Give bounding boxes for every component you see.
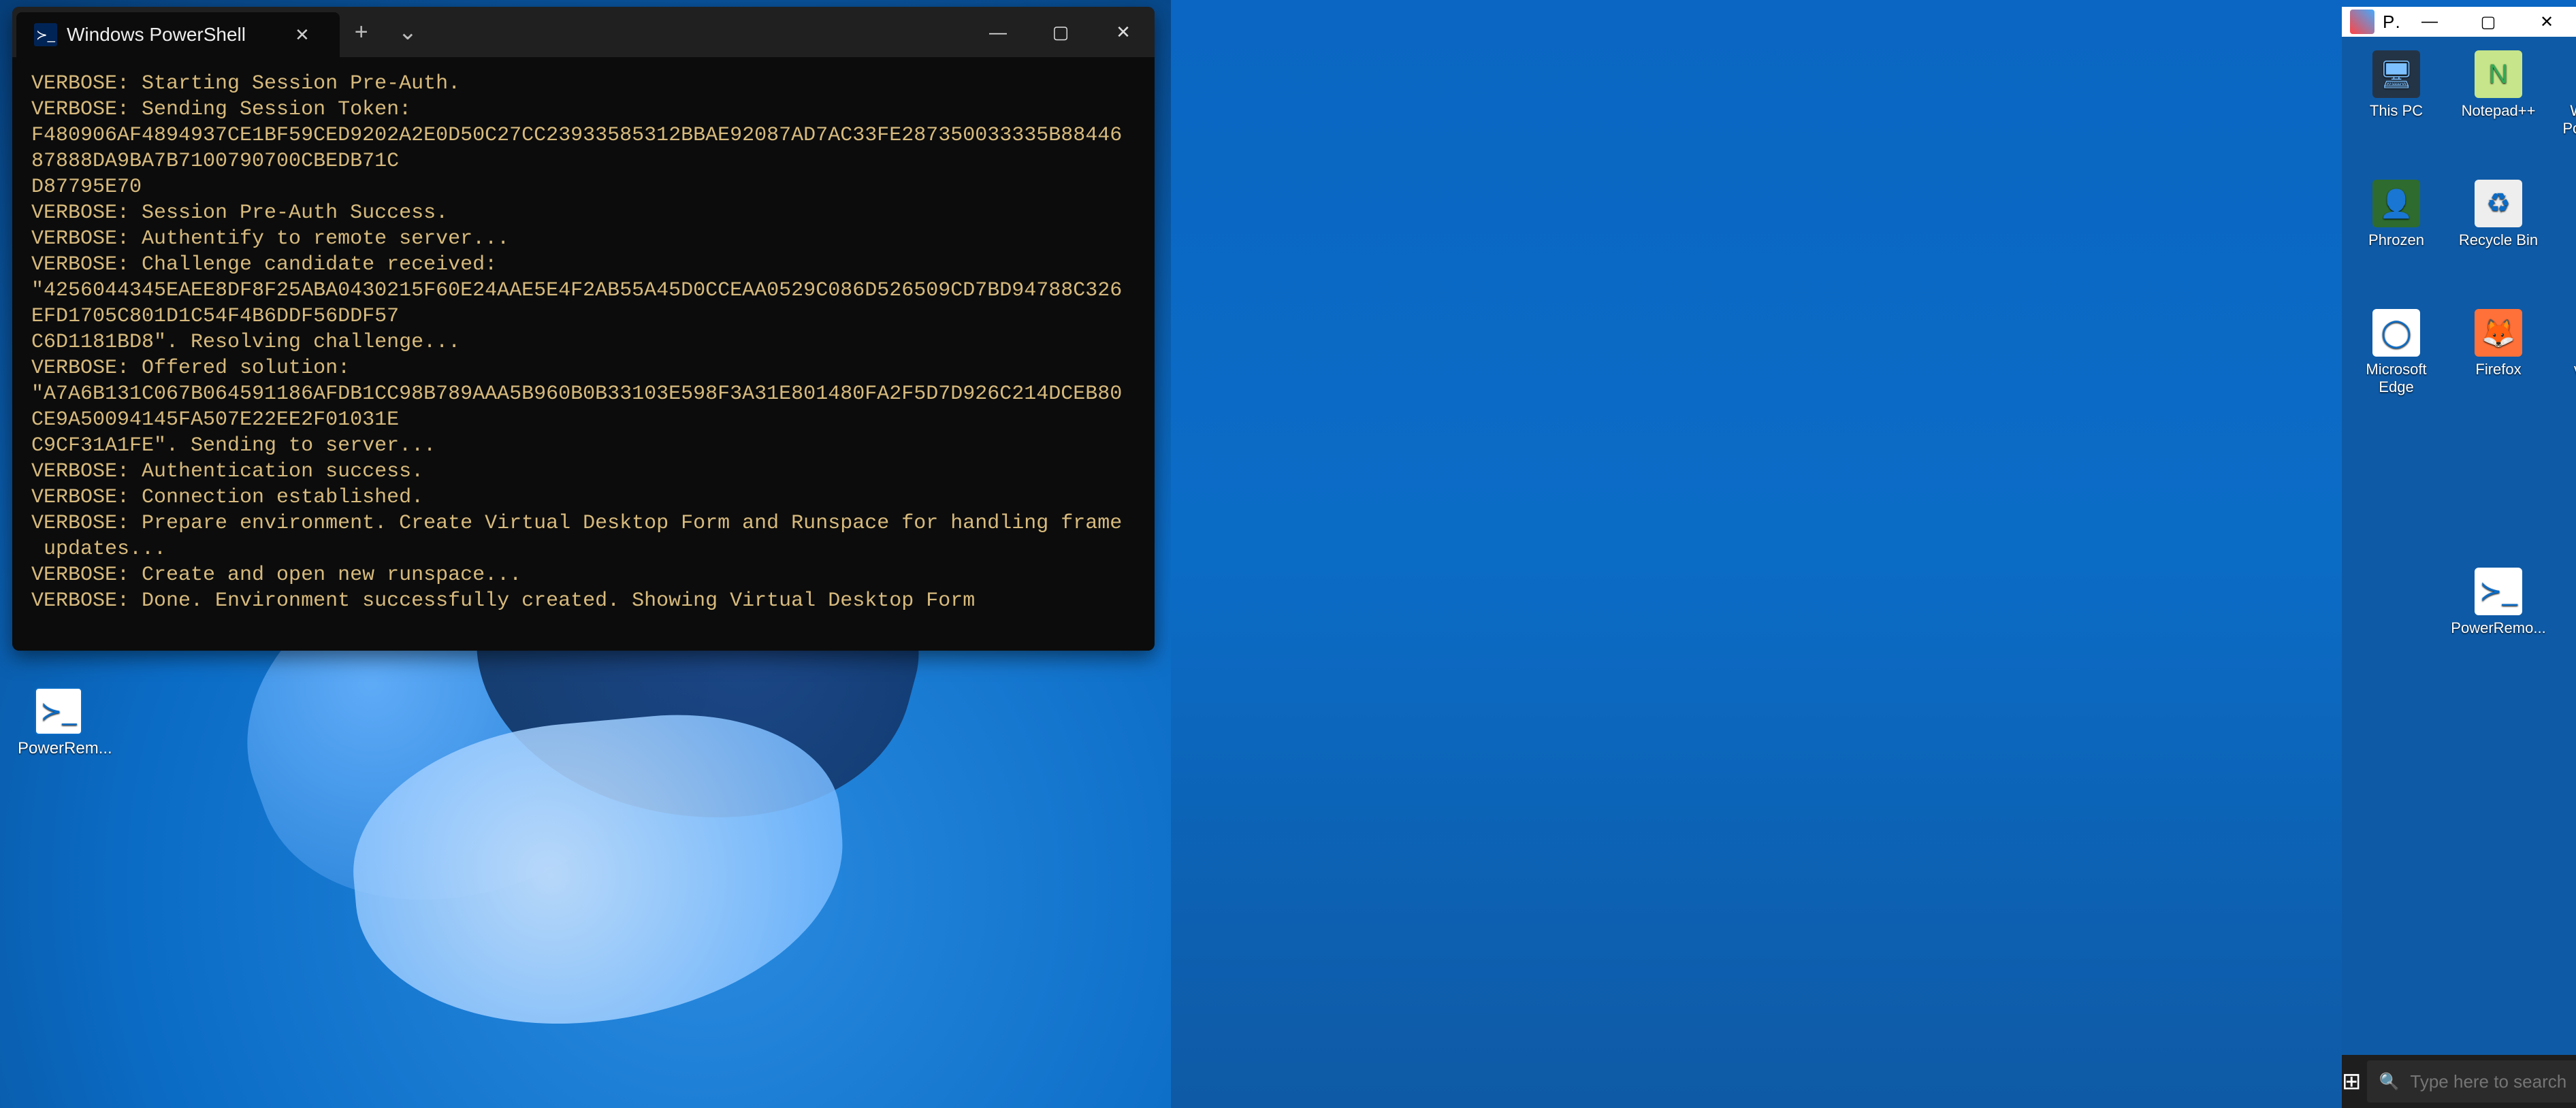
host-desktop: ≻_ Windows PowerShell ✕ + ⌄ — ▢ ✕ VERBOS… — [0, 0, 1171, 1108]
ps1-file-icon: ≻_ — [35, 687, 82, 735]
window-controls: — ▢ ✕ — [967, 7, 1155, 57]
icon-label: Firefox — [2475, 361, 2521, 378]
icon-label: PowerRemo... — [2451, 619, 2545, 636]
host-powershell-window: ≻_ Windows PowerShell ✕ + ⌄ — ▢ ✕ VERBOS… — [12, 7, 1155, 651]
tab-dropdown-icon[interactable]: ⌄ — [383, 18, 433, 46]
icon-inno[interactable]: ■Inno... — [2553, 180, 2576, 249]
remote-desktop-window: Power Remote Desktop: Phrozen/DESKTOP-KJ… — [2342, 7, 2576, 1108]
edge-icon: ◯ — [2372, 309, 2420, 357]
maximize-button[interactable]: ▢ — [2459, 7, 2517, 37]
remote-window-title: Power Remote Desktop: Phrozen/DESKTOP-KJ… — [2383, 12, 2400, 33]
icon-label: Microsoft Edge — [2366, 361, 2426, 395]
host-ps-titlebar[interactable]: ≻_ Windows PowerShell ✕ + ⌄ — ▢ ✕ — [12, 7, 1155, 57]
close-button[interactable]: ✕ — [2517, 7, 2576, 37]
icon-label: Recycle Bin — [2459, 231, 2538, 248]
new-tab-button[interactable]: + — [340, 19, 383, 46]
powershell-icon: ≻_ — [34, 23, 57, 46]
icon-vmmap[interactable]: ▦vmma... — [2553, 309, 2576, 378]
remote-taskbar[interactable]: ⊞ 🔍 ▭ 🗀 🦊 ≻_ 🗁 ☁ 43°F ˄ ☁ ⏻ 🔊 ENG — [2342, 1055, 2576, 1108]
icon-this-pc[interactable]: 🖥 This PC — [2349, 50, 2444, 120]
start-button[interactable]: ⊞ — [2342, 1055, 2362, 1108]
icon-firefox[interactable]: 🦊 Firefox — [2451, 309, 2546, 378]
user-icon: 👤 — [2372, 180, 2420, 227]
tab-actions: + ⌄ — [340, 7, 432, 57]
taskbar-search[interactable]: 🔍 — [2367, 1060, 2576, 1103]
host-ps-tab[interactable]: ≻_ Windows PowerShell ✕ — [16, 12, 340, 57]
minimize-button[interactable]: — — [967, 7, 1029, 57]
icon-recycle-bin[interactable]: ♻ Recycle Bin — [2451, 180, 2546, 249]
close-button[interactable]: ✕ — [1092, 7, 1155, 57]
host-ps-output[interactable]: VERBOSE: Starting Session Pre-Auth. VERB… — [12, 57, 1155, 651]
maximize-button[interactable]: ▢ — [1029, 7, 1092, 57]
desktop-icon-label: PowerRem... — [18, 739, 112, 757]
icon-label: Phrozen — [2368, 231, 2424, 248]
app-icon — [2350, 10, 2374, 34]
window-controls: — ▢ ✕ — [2400, 7, 2576, 37]
icon-notepadpp[interactable]: N Notepad++ — [2451, 50, 2546, 120]
search-icon: 🔍 — [2379, 1072, 2400, 1092]
ps1-file-icon: ≻_ — [2475, 568, 2522, 615]
search-input[interactable] — [2410, 1071, 2576, 1092]
icon-powerremo[interactable]: ≻_ PowerRemo... — [2451, 568, 2546, 637]
recycle-bin-icon: ♻ — [2475, 180, 2522, 227]
icon-label: This PC — [2370, 102, 2423, 119]
minimize-button[interactable]: — — [2400, 7, 2459, 37]
desktop-icon-powerremote[interactable]: ≻_ PowerRem... — [18, 687, 99, 758]
icon-edge[interactable]: ◯ Microsoft Edge — [2349, 309, 2444, 396]
notepad-icon: N — [2475, 50, 2522, 98]
remote-window-container: Power Remote Desktop: Phrozen/DESKTOP-KJ… — [1171, 0, 2576, 1108]
icon-label: Notepad++ — [2462, 102, 2536, 119]
icon-phrozen[interactable]: 👤 Phrozen — [2349, 180, 2444, 249]
remote-desktop-area[interactable]: 🖥This PC NNotepad++ ≻_Windows PowerShell… — [2342, 37, 2576, 1055]
monitor-icon: 🖥 — [2372, 50, 2420, 98]
tab-close-icon[interactable]: ✕ — [283, 25, 322, 46]
host-ps-tab-title: Windows PowerShell — [67, 24, 246, 46]
firefox-icon: 🦊 — [2475, 309, 2522, 357]
icon-label: Windows PowerShell — [2562, 102, 2576, 137]
icon-powershell[interactable]: ≻_Windows PowerShell — [2553, 50, 2576, 137]
remote-titlebar[interactable]: Power Remote Desktop: Phrozen/DESKTOP-KJ… — [2342, 7, 2576, 37]
